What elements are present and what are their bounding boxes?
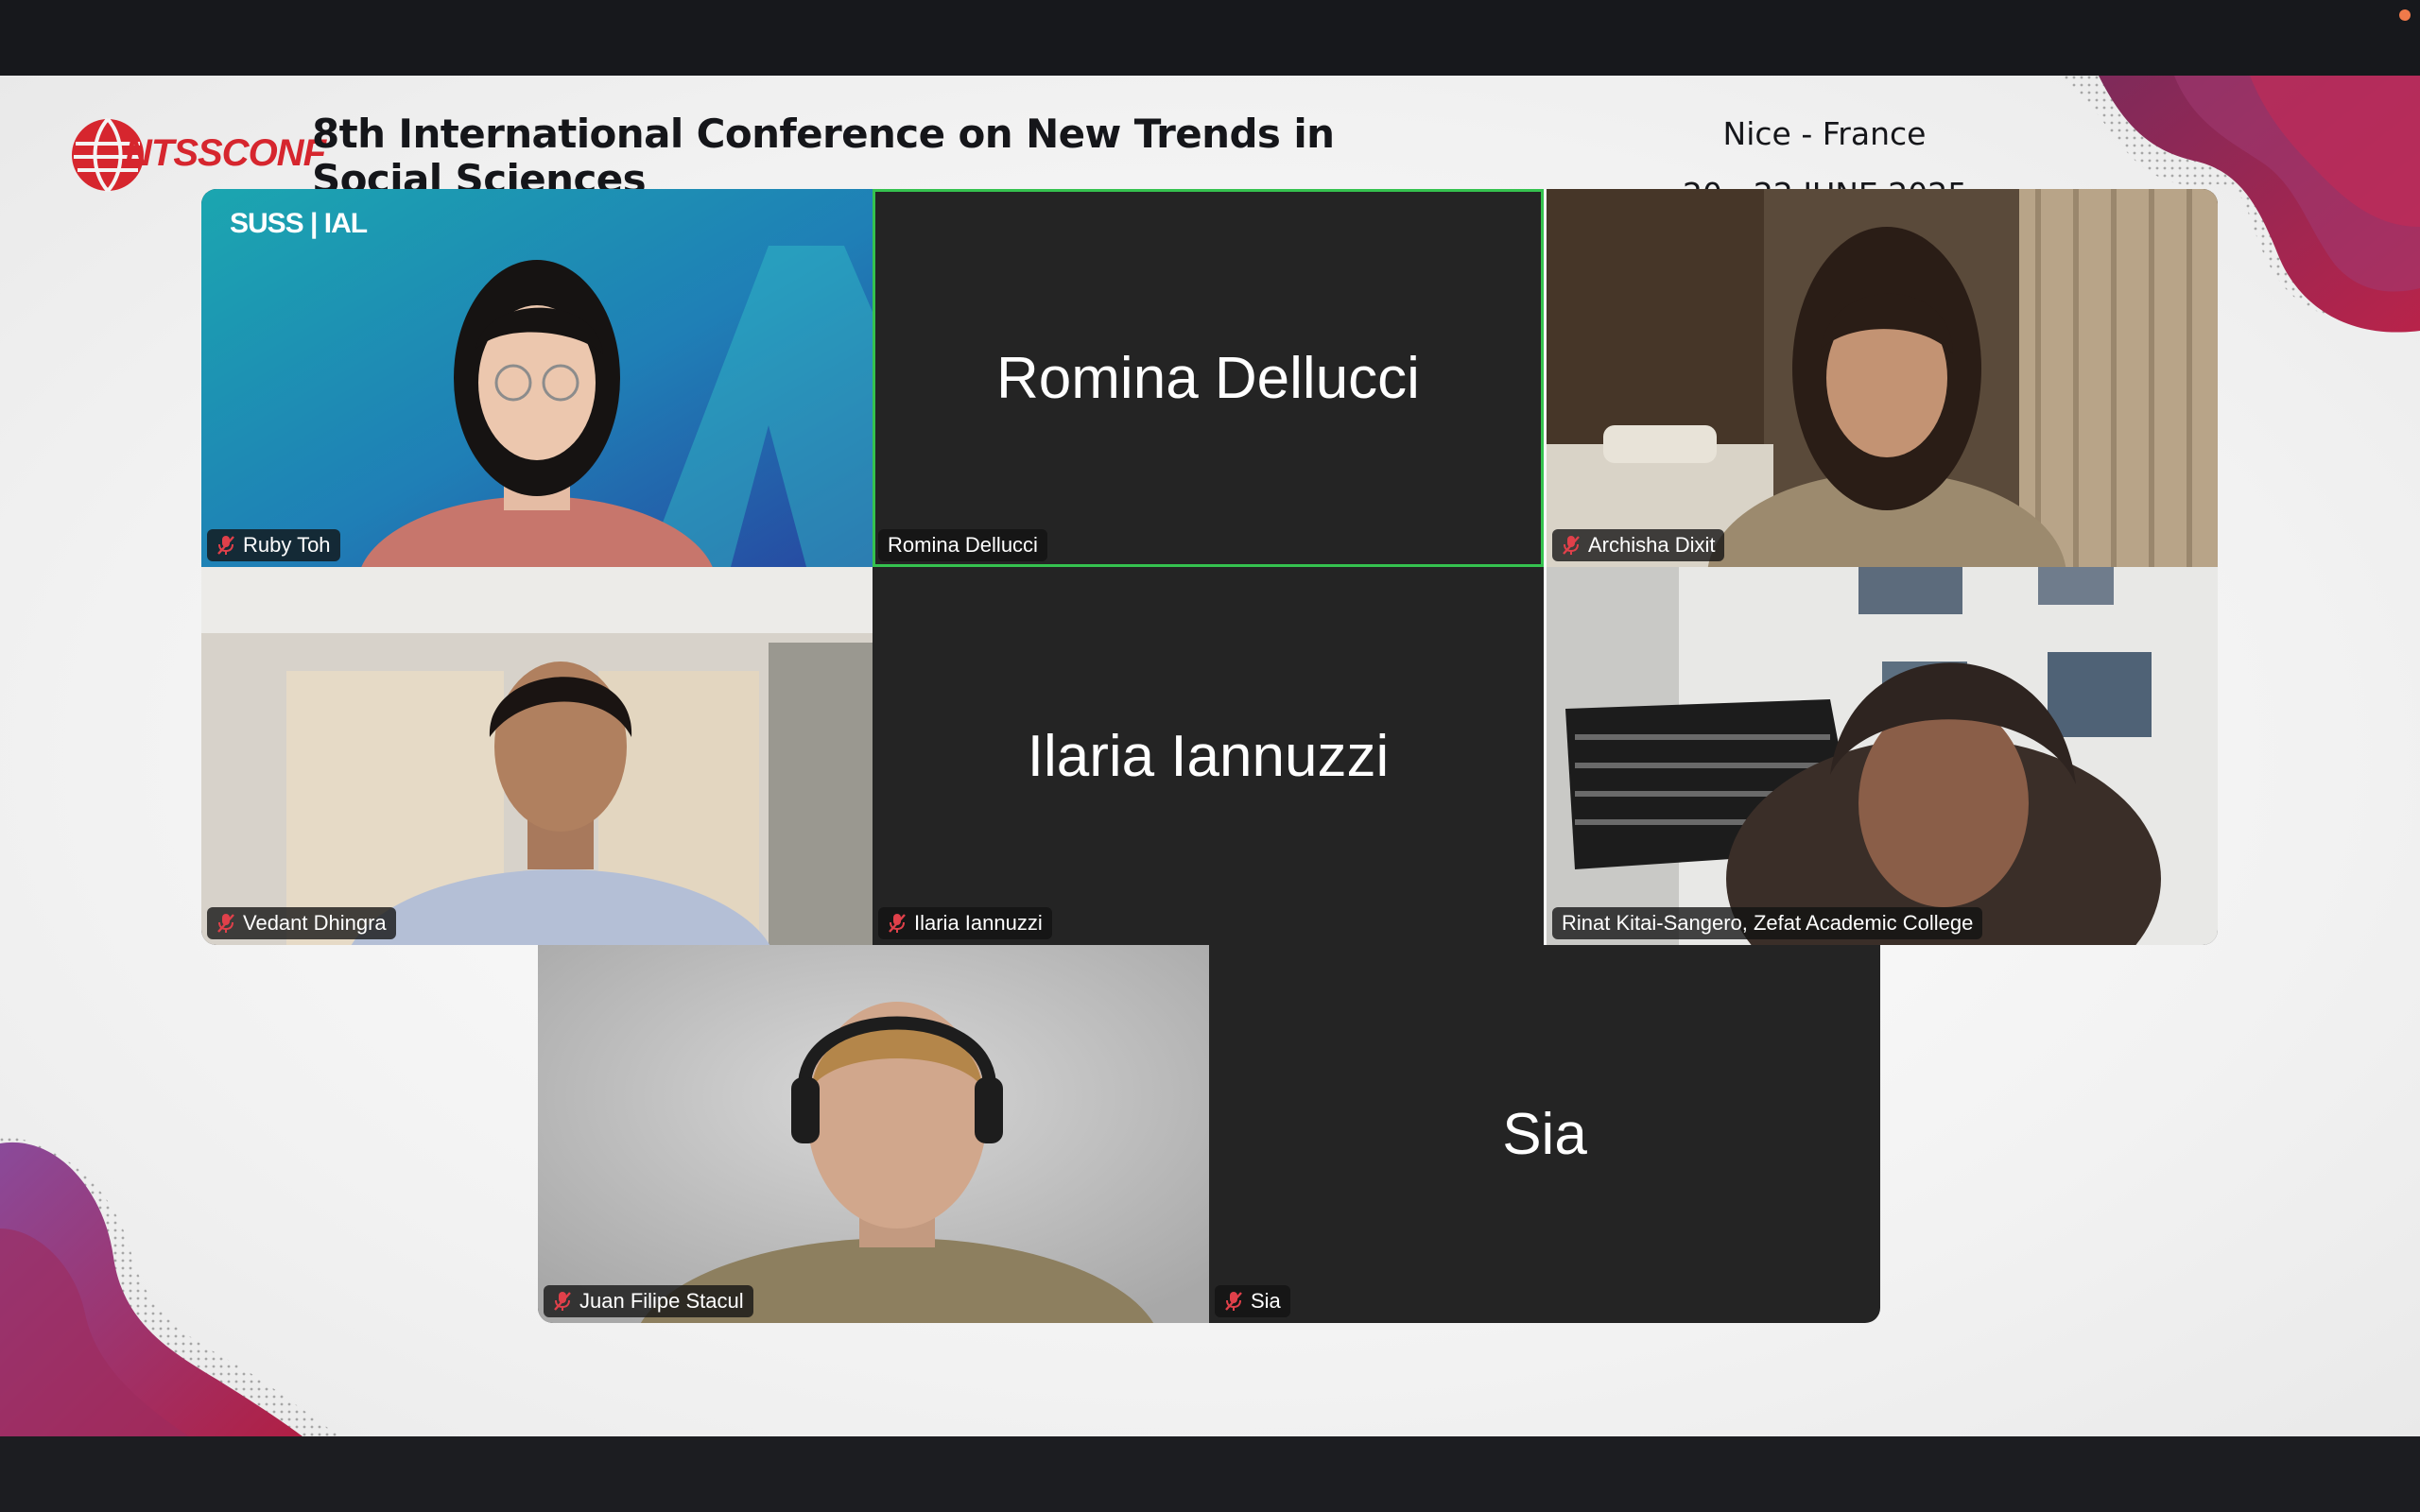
participant-name-tag: Ilaria Iannuzzi [878, 907, 1052, 939]
microphone-muted-icon [1562, 535, 1581, 556]
participant-video [1547, 567, 2218, 945]
participant-tile-rinat-kitai-sangero[interactable]: Rinat Kitai-Sangero, Zefat Academic Coll… [1547, 567, 2218, 945]
participant-name: Ilaria Iannuzzi [914, 911, 1043, 935]
participant-name: Vedant Dhingra [243, 911, 387, 935]
participant-name-tag: Romina Dellucci [878, 529, 1047, 561]
conference-logo: NTSSCONF [68, 115, 326, 195]
participant-name: Romina Dellucci [888, 533, 1038, 557]
participant-tile-ilaria-iannuzzi[interactable]: Ilaria Iannuzzi Ilaria Iannuzzi [873, 567, 1544, 945]
participant-video [201, 567, 873, 945]
participant-name-tag: Rinat Kitai-Sangero, Zefat Academic Coll… [1552, 907, 1983, 939]
participant-name: Sia [1251, 1289, 1281, 1313]
participant-name: Juan Filipe Stacul [579, 1289, 744, 1313]
participant-tile-vedant-dhingra[interactable]: Vedant Dhingra [201, 567, 873, 945]
participant-tile-romina-dellucci[interactable]: Romina Dellucci Romina Dellucci [873, 189, 1544, 567]
participant-name-tag: Vedant Dhingra [207, 907, 396, 939]
participant-tile-ruby-toh[interactable]: SUSS | IAL Ruby Toh [201, 189, 873, 567]
microphone-muted-icon [553, 1291, 572, 1312]
participant-tile-sia[interactable]: Sia Sia [1209, 945, 1880, 1323]
participant-name-tag: Juan Filipe Stacul [544, 1285, 753, 1317]
window-top-bar [0, 0, 2420, 76]
participant-name-tag: Archisha Dixit [1552, 529, 1725, 561]
tile-background-logo: SUSS | IAL [230, 208, 368, 239]
participant-tile-archisha-dixit[interactable]: Archisha Dixit [1547, 189, 2218, 567]
window-bottom-bar [0, 1436, 2420, 1512]
microphone-muted-icon [216, 535, 235, 556]
participant-video [1547, 189, 2218, 567]
microphone-muted-icon [888, 913, 907, 934]
conference-location: Nice - France [1722, 115, 1927, 152]
participant-name-tag: Sia [1215, 1285, 1290, 1317]
participant-name: Ruby Toh [243, 533, 331, 557]
participant-display-name: Romina Dellucci [996, 345, 1420, 411]
microphone-muted-icon [216, 913, 235, 934]
participant-display-name: Sia [1502, 1101, 1587, 1167]
participant-name: Rinat Kitai-Sangero, Zefat Academic Coll… [1562, 911, 1974, 935]
participant-tile-juan-filipe-stacul[interactable]: Juan Filipe Stacul [538, 945, 1209, 1323]
wave-decoration-bottom-left [0, 1134, 340, 1436]
participant-name: Archisha Dixit [1588, 533, 1716, 557]
participant-video [538, 945, 1209, 1323]
logo-wordmark: NTSSCONF [125, 132, 326, 174]
participant-video [201, 189, 873, 567]
recording-indicator-icon [2399, 9, 2411, 21]
participant-name-tag: Ruby Toh [207, 529, 340, 561]
microphone-muted-icon [1224, 1291, 1243, 1312]
participant-display-name: Ilaria Iannuzzi [1027, 723, 1390, 789]
